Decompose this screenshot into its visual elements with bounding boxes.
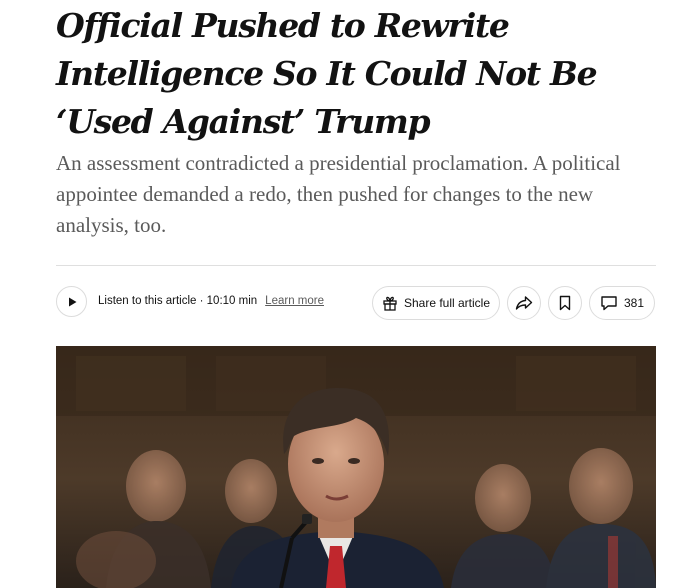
play-audio-button[interactable] [56,286,87,317]
article-photo [56,346,656,588]
divider [56,265,656,266]
share-full-article-button[interactable]: Share full article [372,286,500,320]
article-headline: Official Pushed to Rewrite Intelligence … [56,6,598,141]
comment-bubble-icon [601,296,617,311]
share-button[interactable] [507,286,541,320]
gift-icon [383,296,397,311]
save-button[interactable] [548,286,582,320]
learn-more-link[interactable]: Learn more [265,295,324,307]
comments-count: 381 [623,296,645,310]
comments-button[interactable]: 381 [589,286,655,320]
bookmark-icon [559,295,571,311]
share-label: Share full article [403,296,491,310]
play-icon [68,297,76,306]
listen-label: Listen to this article · 10:10 min [98,295,258,307]
share-arrow-icon [515,296,533,310]
listen-info: Listen to this article · 10:10 min Learn… [98,295,324,307]
article-summary: An assessment contradicted a presidentia… [56,151,621,237]
